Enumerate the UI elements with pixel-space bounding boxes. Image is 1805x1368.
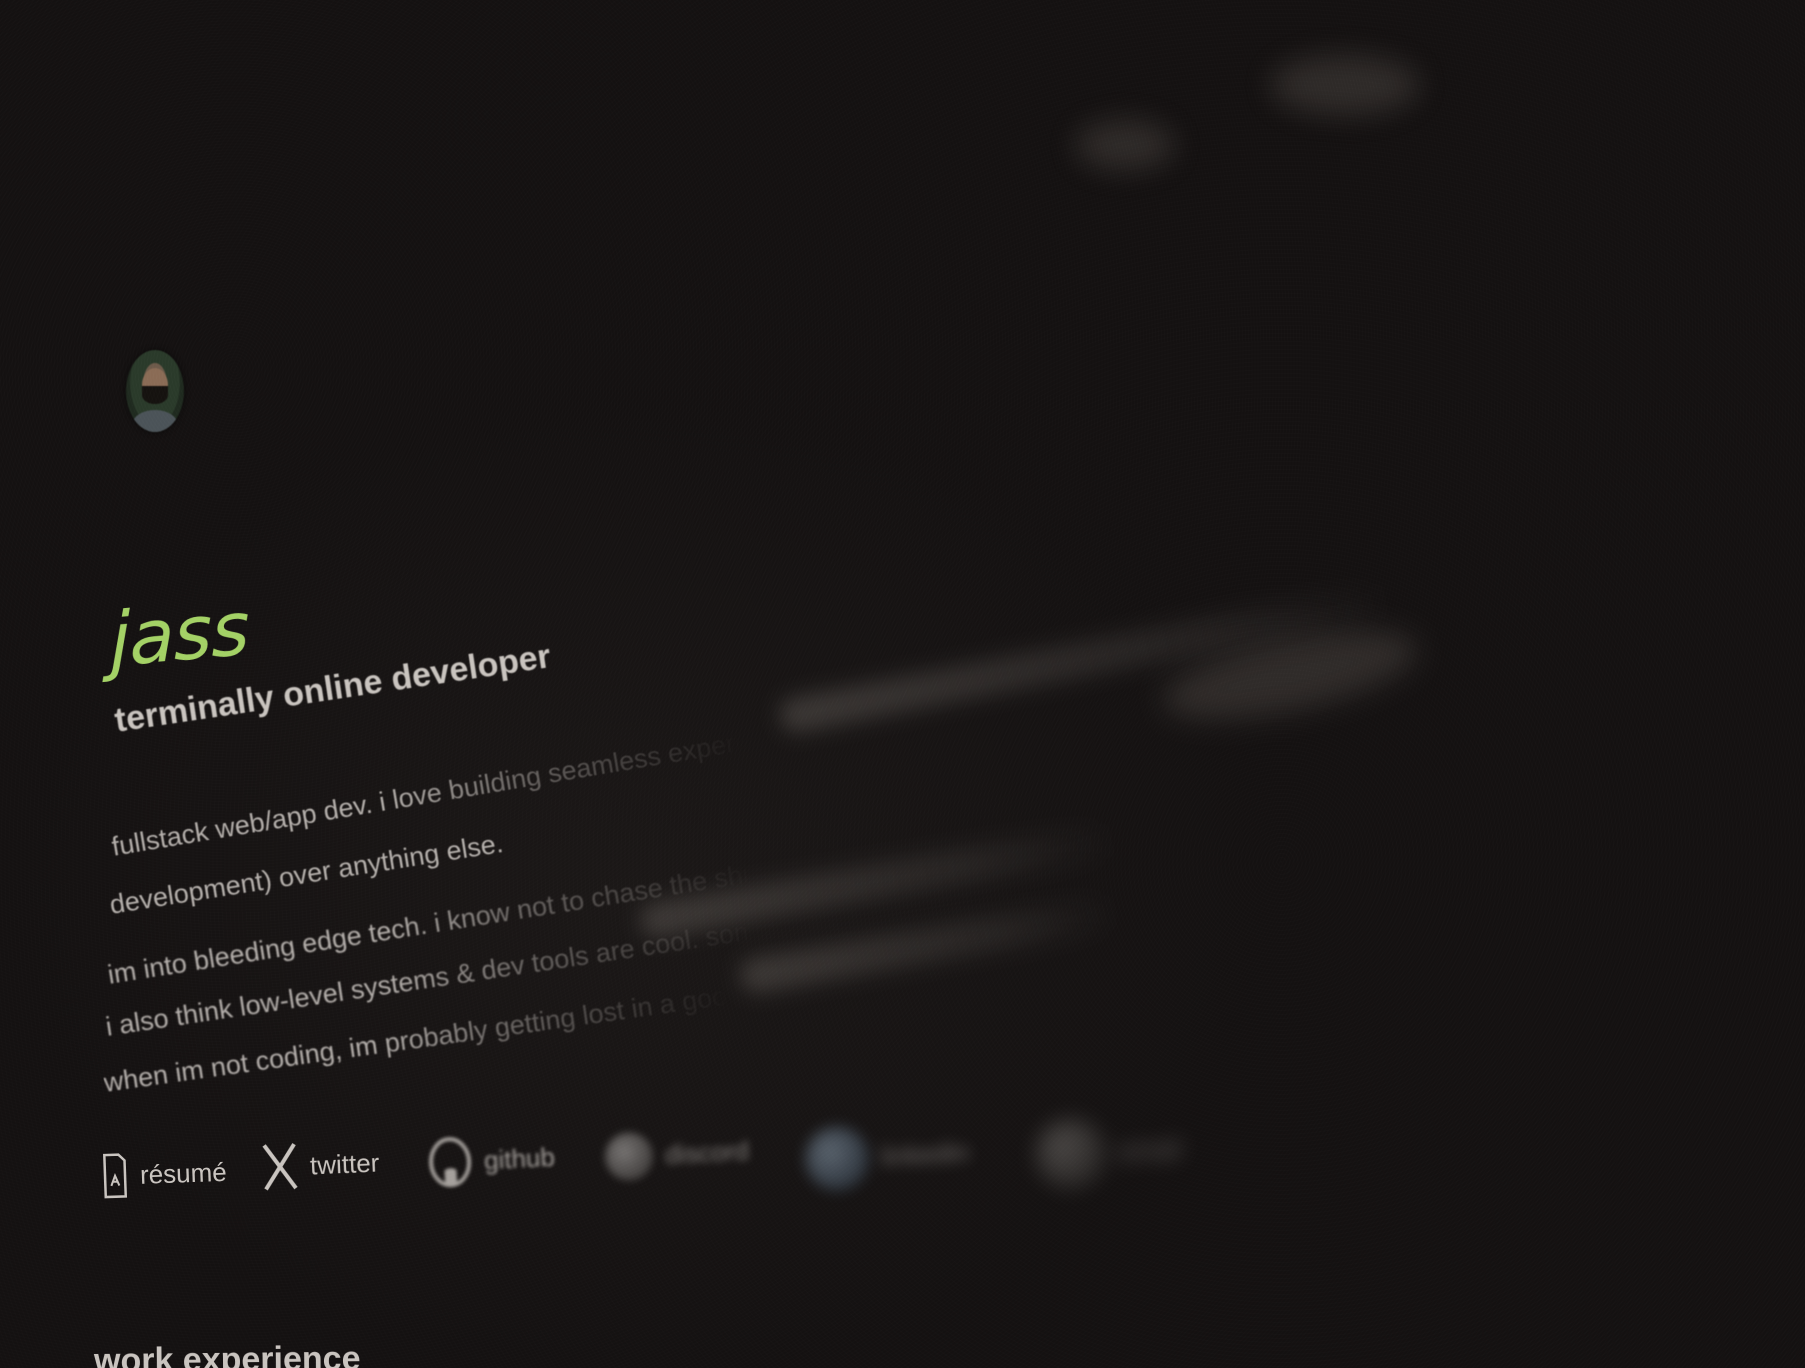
twitter-link[interactable]: twitter [261,1137,380,1192]
linkedin-label: linkedin [880,1136,970,1171]
resume-link[interactable]: résumé [101,1148,227,1200]
profile-name: jass [109,585,250,685]
document-icon [101,1151,129,1200]
discord-link[interactable]: discord [603,1126,750,1182]
email-icon [1033,1116,1109,1192]
linkedin-link[interactable]: linkedin [803,1120,970,1193]
discord-icon [603,1131,655,1182]
x-logo-icon [261,1141,299,1193]
email-label: email [1118,1132,1182,1166]
github-icon [427,1135,474,1189]
email-link[interactable]: email [1033,1112,1183,1192]
resume-label: résumé [139,1156,228,1190]
linkedin-icon [803,1124,871,1193]
bio-blur-tail [776,582,1393,736]
main-content: jass terminally online developer fullsta… [0,0,1805,1368]
twitter-label: twitter [309,1146,380,1180]
github-link[interactable]: github [427,1131,556,1190]
page-background: jass terminally online developer fullsta… [0,0,1805,1368]
avatar [126,350,184,432]
avatar-shirt [132,410,178,432]
github-label: github [483,1141,556,1175]
social-links: résumé twitter github discord linkedin e… [100,1116,1200,1220]
discord-label: discord [664,1134,750,1170]
avatar-beard [142,386,168,404]
work-experience-heading: work experience [93,1339,361,1368]
